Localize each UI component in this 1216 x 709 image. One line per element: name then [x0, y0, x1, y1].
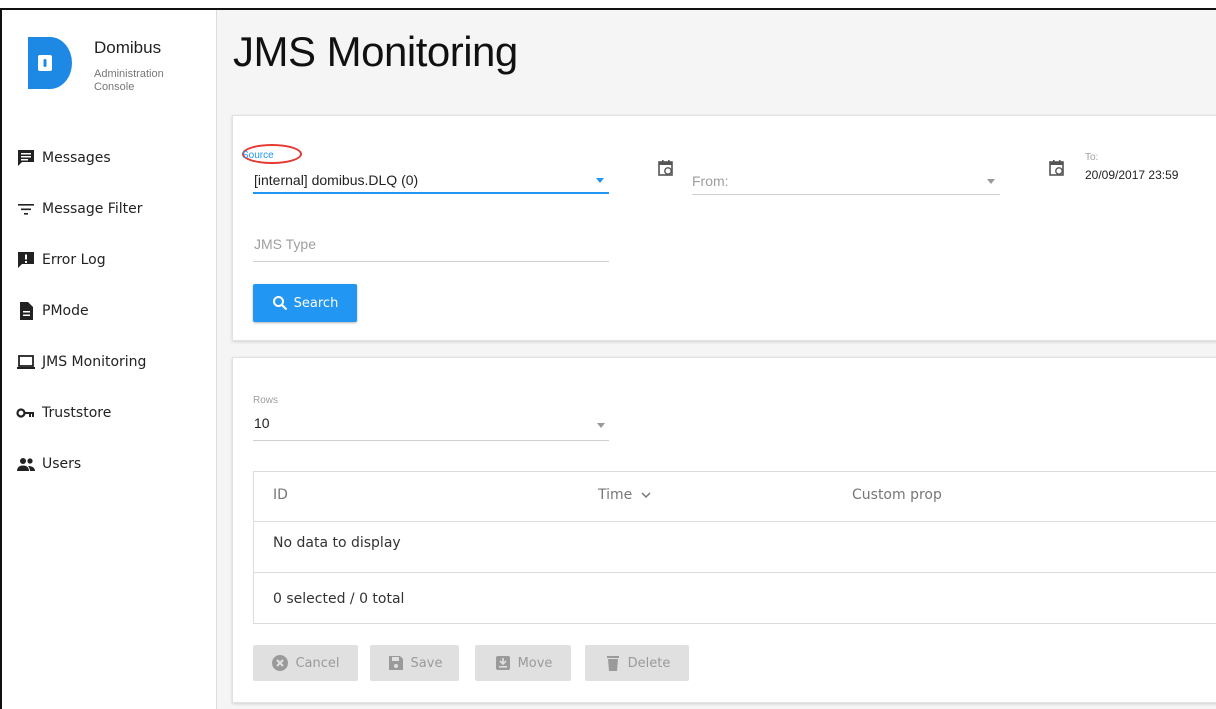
jms-type-input[interactable]: JMS Type — [254, 236, 316, 252]
delete-label: Delete — [627, 655, 671, 671]
results-card: Rows 10 ID Time Custom prop No data to d… — [232, 357, 1216, 703]
chevron-down-icon[interactable] — [987, 179, 995, 184]
messages-icon — [18, 150, 34, 166]
messages-table: ID Time Custom prop No data to display 0… — [253, 471, 1216, 624]
empty-message: No data to display — [273, 535, 401, 551]
from-date-input[interactable]: From: — [692, 173, 729, 189]
row-divider — [254, 572, 1216, 573]
source-label: Source — [242, 150, 274, 161]
column-header-id[interactable]: ID — [273, 487, 288, 503]
error-log-icon — [18, 252, 34, 268]
header-divider — [254, 521, 1216, 522]
key-icon — [16, 408, 34, 418]
filter-card: Source [internal] domibus.DLQ (0) From: … — [232, 115, 1216, 341]
sidebar-item-truststore[interactable]: Truststore — [16, 398, 111, 428]
selection-summary: 0 selected / 0 total — [273, 591, 405, 607]
column-header-time[interactable]: Time — [598, 487, 651, 503]
cancel-button[interactable]: Cancel — [253, 645, 358, 681]
column-header-label: Time — [598, 487, 633, 503]
sidebar-item-message-filter[interactable]: Message Filter — [16, 194, 142, 224]
sidebar-item-jms-monitoring[interactable]: JMS Monitoring — [16, 347, 146, 377]
sidebar-item-label: Truststore — [42, 405, 112, 421]
rows-label: Rows — [253, 395, 279, 406]
brand-subtitle: Administration Console — [94, 68, 164, 93]
trash-icon — [606, 656, 619, 671]
delete-button[interactable]: Delete — [585, 645, 689, 681]
save-button[interactable]: Save — [370, 645, 459, 681]
brand-name: Domibus — [94, 38, 162, 57]
search-button[interactable]: Search — [253, 284, 357, 322]
move-button[interactable]: Move — [475, 645, 571, 681]
move-label: Move — [517, 655, 553, 671]
sidebar-item-error-log[interactable]: Error Log — [16, 245, 106, 275]
source-underline — [253, 192, 609, 194]
sort-chevron-icon — [641, 492, 651, 499]
sidebar-item-label: Message Filter — [42, 201, 143, 217]
from-underline — [692, 194, 1000, 195]
rows-select[interactable]: 10 — [254, 415, 270, 431]
document-icon — [20, 302, 33, 320]
rows-underline — [253, 440, 609, 441]
search-button-label: Search — [293, 295, 339, 311]
sidebar-item-messages[interactable]: Messages — [16, 143, 111, 173]
sidebar-item-users[interactable]: Users — [16, 449, 81, 479]
save-icon — [388, 656, 403, 670]
column-header-custom-prop[interactable]: Custom prop — [852, 487, 942, 503]
to-label: To: — [1085, 152, 1099, 163]
chevron-down-icon[interactable] — [596, 178, 604, 183]
calendar-clock-icon[interactable] — [657, 159, 675, 177]
page-title: JMS Monitoring — [233, 28, 518, 75]
calendar-clock-icon[interactable] — [1048, 159, 1066, 177]
cancel-icon — [272, 655, 289, 671]
save-label: Save — [410, 655, 443, 671]
sidebar-item-label: Error Log — [42, 252, 106, 268]
move-icon — [495, 656, 510, 670]
sidebar-item-pmode[interactable]: PMode — [16, 296, 89, 326]
filter-icon — [18, 204, 34, 215]
source-select[interactable]: [internal] domibus.DLQ (0) — [254, 172, 418, 188]
sidebar-item-label: Messages — [42, 150, 111, 166]
users-icon — [17, 458, 35, 471]
sidebar-item-label: Users — [42, 456, 82, 472]
chevron-down-icon[interactable] — [597, 423, 605, 428]
jms-type-underline — [253, 261, 609, 262]
laptop-icon — [17, 355, 35, 369]
sidebar: Domibus Administration Console Messages … — [2, 10, 217, 709]
domibus-logo-icon — [28, 37, 72, 89]
cancel-label: Cancel — [295, 655, 340, 671]
search-icon — [272, 296, 287, 311]
sidebar-item-label: JMS Monitoring — [42, 354, 147, 370]
sidebar-item-label: PMode — [42, 303, 89, 319]
to-date-input[interactable]: 20/09/2017 23:59 — [1085, 168, 1178, 182]
